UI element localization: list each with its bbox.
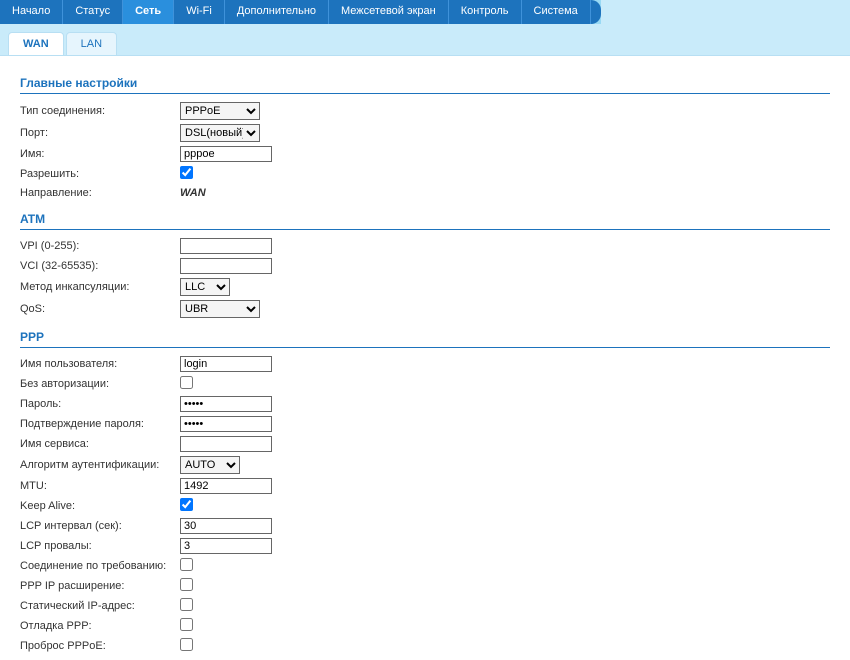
service-label: Имя сервиса: (20, 438, 180, 450)
dial-on-demand-label: Соединение по требованию: (20, 560, 180, 572)
port-label: Порт: (20, 127, 180, 139)
static-ip-checkbox[interactable] (180, 598, 193, 611)
nav-status[interactable]: Статус (63, 0, 123, 24)
auth-algo-select[interactable]: AUTO (180, 456, 240, 474)
ppp-ip-ext-label: PPP IP расширение: (20, 580, 180, 592)
section-ppp-title: PPP (20, 326, 830, 348)
name-input[interactable] (180, 146, 272, 162)
nav-advanced[interactable]: Дополнительно (225, 0, 329, 24)
dial-on-demand-checkbox[interactable] (180, 558, 193, 571)
vci-input[interactable] (180, 258, 272, 274)
content-panel: Главные настройки Тип соединения: PPPoE … (0, 56, 850, 660)
section-atm-title: ATM (20, 208, 830, 230)
tab-lan[interactable]: LAN (66, 32, 117, 55)
noauth-checkbox[interactable] (180, 376, 193, 389)
conn-type-label: Тип соединения: (20, 105, 180, 117)
qos-label: QoS: (20, 303, 180, 315)
conn-type-select[interactable]: PPPoE (180, 102, 260, 120)
direction-label: Направление: (20, 187, 180, 199)
qos-select[interactable]: UBR (180, 300, 260, 318)
pass2-input[interactable] (180, 416, 272, 432)
ppp-debug-checkbox[interactable] (180, 618, 193, 631)
pppoe-passthrough-checkbox[interactable] (180, 638, 193, 651)
section-main-title: Главные настройки (20, 72, 830, 94)
keepalive-checkbox[interactable] (180, 498, 193, 511)
keepalive-label: Keep Alive: (20, 500, 180, 512)
static-ip-label: Статический IP-адрес: (20, 600, 180, 612)
tab-wan[interactable]: WAN (8, 32, 64, 55)
vci-label: VCI (32-65535): (20, 260, 180, 272)
encaps-select[interactable]: LLC (180, 278, 230, 296)
vpi-label: VPI (0-255): (20, 240, 180, 252)
mtu-label: MTU: (20, 480, 180, 492)
user-label: Имя пользователя: (20, 358, 180, 370)
direction-value: WAN (180, 187, 206, 199)
pass-input[interactable] (180, 396, 272, 412)
allow-checkbox[interactable] (180, 166, 193, 179)
allow-label: Разрешить: (20, 168, 180, 180)
lcp-interval-input[interactable] (180, 518, 272, 534)
mtu-input[interactable] (180, 478, 272, 494)
vpi-input[interactable] (180, 238, 272, 254)
nav-home[interactable]: Начало (0, 0, 63, 24)
nav-filler (601, 0, 850, 24)
user-input[interactable] (180, 356, 272, 372)
ppp-debug-label: Отладка PPP: (20, 620, 180, 632)
lcp-interval-label: LCP интервал (сек): (20, 520, 180, 532)
ppp-ip-ext-checkbox[interactable] (180, 578, 193, 591)
pass-label: Пароль: (20, 398, 180, 410)
nav-firewall[interactable]: Межсетевой экран (329, 0, 449, 24)
nav-network[interactable]: Сеть (123, 0, 174, 24)
encaps-label: Метод инкапсуляции: (20, 281, 180, 293)
service-input[interactable] (180, 436, 272, 452)
port-select[interactable]: DSL(новый) (180, 124, 260, 142)
name-label: Имя: (20, 148, 180, 160)
auth-algo-label: Алгоритм аутентификации: (20, 459, 180, 471)
lcp-fail-input[interactable] (180, 538, 272, 554)
pppoe-passthrough-label: Проброс PPPoE: (20, 640, 180, 652)
pass2-label: Подтверждение пароля: (20, 418, 180, 430)
top-nav: Начало Статус Сеть Wi-Fi Дополнительно М… (0, 0, 850, 24)
noauth-label: Без авторизации: (20, 378, 180, 390)
nav-system[interactable]: Система (522, 0, 591, 24)
nav-control[interactable]: Контроль (449, 0, 522, 24)
nav-end-cap (591, 0, 601, 24)
lcp-fail-label: LCP провалы: (20, 540, 180, 552)
nav-wifi[interactable]: Wi-Fi (174, 0, 225, 24)
subnav-bar: WAN LAN (0, 24, 850, 56)
